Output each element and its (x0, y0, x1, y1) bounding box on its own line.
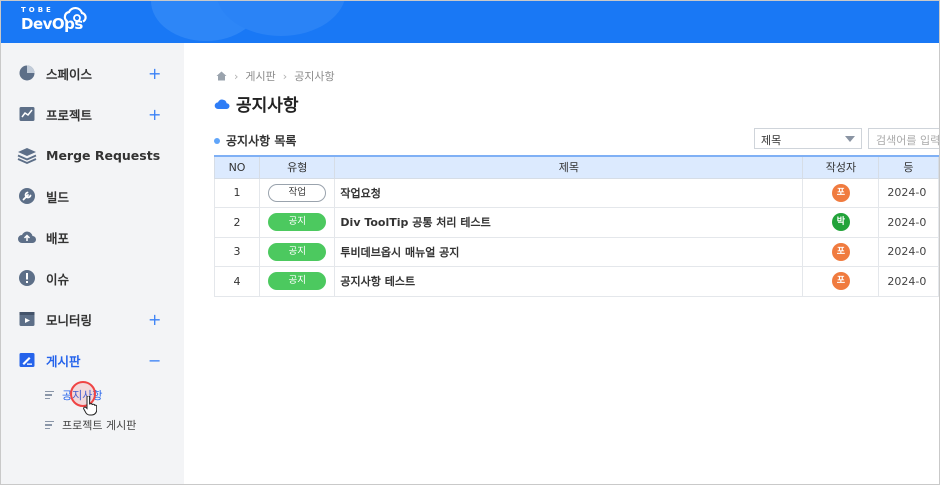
sidebar-item-label: 게시판 (46, 353, 81, 369)
wrench-icon (17, 186, 37, 206)
cell-no: 3 (213, 236, 261, 267)
table-row[interactable]: 4 공지 공지사항 테스트 포 2024-0 (213, 266, 939, 297)
sidebar-item-label: 모니터링 (46, 312, 93, 328)
table-row[interactable]: 1 작업 작업요청 포 2024-0 (213, 177, 939, 208)
monitor-icon (17, 309, 37, 329)
sidebar-item-space[interactable]: 스페이스 + (1, 55, 184, 91)
alert-circle-icon (17, 268, 37, 288)
cell-author: 박 (802, 207, 880, 238)
sidebar-item-deploy[interactable]: 배포 (1, 219, 184, 255)
sidebar-item-label: 스페이스 (46, 66, 93, 82)
sidebar-item-project[interactable]: 프로젝트 + (1, 96, 184, 132)
app-window: TOBE DevOps 스페이스 + 프로젝트 + Merge Requests… (0, 0, 940, 485)
hand-cursor-icon (83, 396, 97, 416)
list-lines-icon (45, 389, 54, 402)
type-badge: 공지 (268, 213, 327, 232)
top-header: TOBE DevOps (1, 1, 939, 43)
cell-type: 공지 (259, 236, 336, 267)
cell-date: 2024-0 (878, 266, 939, 297)
layers-icon (17, 145, 37, 165)
breadcrumb-separator-icon: › (282, 69, 288, 83)
type-badge: 공지 (268, 272, 327, 291)
cell-no: 2 (213, 207, 261, 238)
avatar: 포 (831, 183, 850, 202)
chevron-down-icon (845, 136, 855, 142)
cell-date: 2024-0 (878, 177, 939, 208)
sidebar-item-label: 배포 (46, 230, 70, 246)
cell-type: 공지 (259, 207, 336, 238)
home-icon[interactable] (216, 71, 227, 81)
breadcrumb: › 게시판 › 공지사항 (216, 68, 335, 84)
page-title-text: 공지사항 (236, 96, 299, 116)
avatar: 포 (831, 242, 850, 261)
list-lines-icon (45, 419, 54, 432)
type-badge: 공지 (268, 242, 327, 261)
cell-author: 포 (802, 177, 880, 208)
breadcrumb-separator-icon: › (234, 69, 239, 83)
column-header-title[interactable]: 제목 (334, 155, 804, 179)
column-header-date[interactable]: 등 (878, 155, 939, 179)
cell-author: 포 (802, 266, 880, 297)
breadcrumb-item-current: 공지사항 (294, 70, 335, 83)
column-header-type[interactable]: 유형 (259, 155, 336, 179)
column-header-author[interactable]: 작성자 (802, 155, 880, 179)
table-header-row: NO 유형 제목 작성자 등 (213, 155, 939, 179)
expand-plus-icon[interactable]: + (148, 64, 161, 83)
breadcrumb-item[interactable]: 게시판 (245, 68, 275, 84)
type-badge: 작업 (268, 183, 327, 202)
sidebar: 스페이스 + 프로젝트 + Merge Requests 빌드 배포 이슈 모니… (1, 43, 184, 484)
sidebar-item-merge-requests[interactable]: Merge Requests (1, 137, 184, 173)
bullet-dot-icon (214, 137, 220, 144)
cloud-upload-icon (17, 227, 37, 247)
cell-title[interactable]: 투비데브옵시 매뉴얼 공지 (334, 236, 804, 267)
logo-cloud-icon (63, 6, 87, 23)
sidebar-item-label: 프로젝트 (46, 107, 93, 123)
pie-chart-icon (17, 63, 37, 83)
chart-board-icon (17, 104, 37, 124)
sidebar-item-monitoring[interactable]: 모니터링 + (1, 301, 184, 337)
sidebar-item-board[interactable]: 게시판 − (1, 342, 184, 378)
cell-no: 4 (213, 266, 261, 297)
sidebar-item-label: 이슈 (46, 271, 70, 287)
page-title: 공지사항 (214, 91, 299, 116)
sidebar-item-label: Merge Requests (46, 147, 161, 163)
expand-plus-icon[interactable]: + (148, 310, 161, 329)
cell-author: 포 (802, 236, 880, 267)
expand-plus-icon[interactable]: + (148, 105, 161, 124)
cell-date: 2024-0 (878, 236, 939, 267)
table-row[interactable]: 2 공지 Div ToolTip 공통 처리 테스트 박 2024-0 (213, 207, 939, 238)
select-value: 제목 (761, 134, 782, 147)
sidebar-item-issue[interactable]: 이슈 (1, 260, 184, 296)
cell-title[interactable]: Div ToolTip 공통 처리 테스트 (334, 207, 804, 238)
cell-date: 2024-0 (878, 207, 939, 238)
avatar: 박 (831, 213, 850, 232)
cell-type: 공지 (259, 266, 336, 297)
search-placeholder: 검색어를 입력 (876, 134, 940, 147)
cell-no: 1 (213, 177, 261, 208)
search-field-select[interactable]: 제목 (754, 128, 862, 149)
list-title: 공지사항 목록 (214, 132, 296, 149)
cell-title[interactable]: 공지사항 테스트 (334, 266, 804, 297)
avatar: 포 (831, 272, 850, 291)
notice-table: NO 유형 제목 작성자 등 1 작업 작업요청 포 2024-0 2 공지 D… (213, 155, 939, 297)
cell-title[interactable]: 작업요청 (334, 177, 804, 208)
sidebar-subitem-project-board[interactable]: 프로젝트 게시판 (1, 413, 184, 437)
sidebar-item-label: 빌드 (46, 189, 70, 205)
sidebar-subitem-label: 프로젝트 게시판 (62, 419, 137, 432)
sidebar-item-build[interactable]: 빌드 (1, 178, 184, 214)
cell-type: 작업 (259, 177, 336, 208)
column-header-no[interactable]: NO (213, 155, 261, 179)
cloud-icon (214, 99, 230, 109)
list-title-text: 공지사항 목록 (226, 134, 297, 148)
collapse-minus-icon[interactable]: − (148, 351, 161, 370)
search-input[interactable]: 검색어를 입력 (868, 128, 940, 149)
board-edit-icon (17, 350, 37, 370)
table-row[interactable]: 3 공지 투비데브옵시 매뉴얼 공지 포 2024-0 (213, 236, 939, 267)
